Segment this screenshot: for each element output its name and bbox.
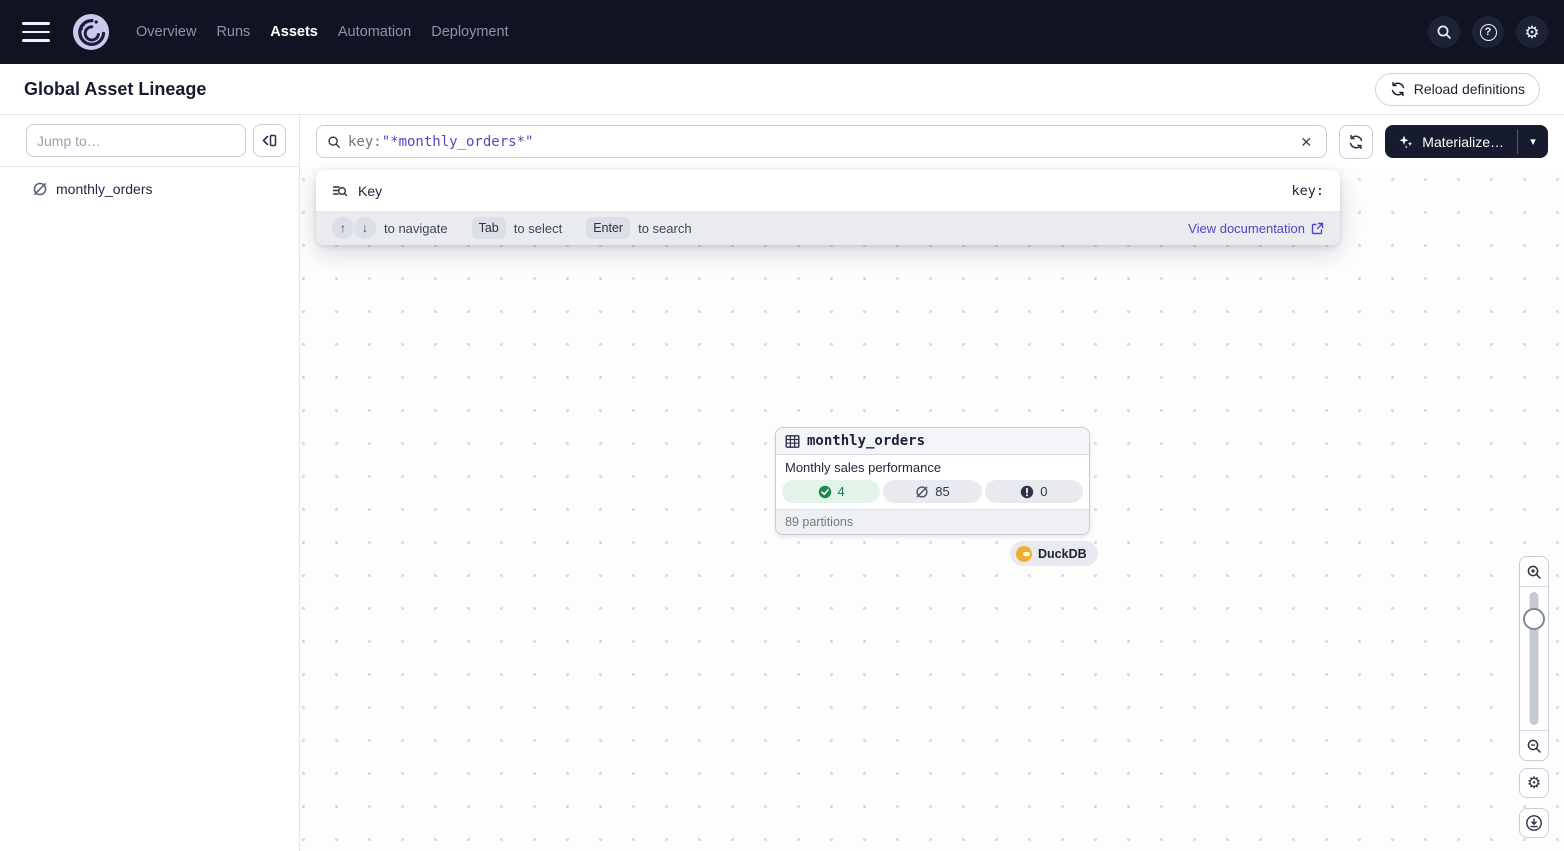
zoom-slider-handle[interactable] <box>1523 608 1545 630</box>
duckdb-label: DuckDB <box>1038 547 1087 561</box>
nav-item-overview[interactable]: Overview <box>136 24 196 40</box>
clear-search-icon[interactable]: ✕ <box>1294 130 1318 154</box>
nav-item-runs[interactable]: Runs <box>216 24 250 40</box>
materialized-count-value: 4 <box>838 484 845 499</box>
search-suggestions-dropdown: Key key: ↑ ↓ to navigate Tab to select E… <box>316 170 1340 245</box>
search-icon[interactable] <box>1428 16 1460 48</box>
materialized-count-badge[interactable]: 4 <box>782 480 880 503</box>
graph-toolbar: key:"*monthly_orders*" ✕ <box>300 115 1564 168</box>
nav-item-deployment[interactable]: Deployment <box>431 24 508 40</box>
filter-search-icon <box>332 183 348 199</box>
reload-definitions-button[interactable]: Reload definitions <box>1375 73 1540 106</box>
reload-definitions-label: Reload definitions <box>1414 81 1525 97</box>
arrow-up-icon[interactable]: ↑ <box>332 217 354 239</box>
zoom-out-icon <box>1526 738 1542 754</box>
primary-nav: Overview Runs Assets Automation Deployme… <box>136 24 509 40</box>
enter-key-badge: Enter <box>586 217 630 239</box>
asset-node-badges: 4 85 0 <box>776 477 1089 509</box>
asset-node-partitions: 89 partitions <box>776 509 1089 534</box>
table-icon <box>785 434 800 449</box>
hamburger-menu-icon[interactable] <box>22 22 50 42</box>
suggestion-row-key[interactable]: Key key: <box>316 170 1340 211</box>
download-image-button[interactable] <box>1519 808 1549 838</box>
view-documentation-link[interactable]: View documentation <box>1188 221 1324 236</box>
missing-count-badge[interactable]: 85 <box>883 480 981 503</box>
external-link-icon <box>1311 222 1324 235</box>
hint-navigate: to navigate <box>384 221 448 236</box>
asset-node-header: monthly_orders <box>776 428 1089 455</box>
duckdb-icon <box>1016 546 1032 562</box>
duckdb-resource-badge[interactable]: DuckDB <box>1010 541 1098 566</box>
top-nav: Overview Runs Assets Automation Deployme… <box>0 0 1564 64</box>
caret-down-icon: ▾ <box>1530 135 1536 148</box>
nav-item-assets[interactable]: Assets <box>270 24 318 40</box>
zoom-controls <box>1519 556 1549 761</box>
hint-select: to select <box>514 221 562 236</box>
collapse-panel-icon <box>262 134 277 147</box>
settings-gear-icon[interactable]: ⚙ <box>1516 16 1548 48</box>
search-query-value: key:"*monthly_orders*" <box>348 134 533 150</box>
download-circle-icon <box>1525 814 1543 832</box>
help-icon[interactable]: ? <box>1472 16 1504 48</box>
nav-item-automation[interactable]: Automation <box>338 24 411 40</box>
page-header: Global Asset Lineage Reload definitions <box>0 64 1564 115</box>
lineage-graph-canvas[interactable]: key:"*monthly_orders*" ✕ <box>300 115 1564 851</box>
sidebar-jump-row <box>0 115 299 167</box>
gear-icon: ⚙ <box>1527 773 1541 793</box>
check-circle-icon <box>818 485 832 499</box>
materialize-split-button: Materialize… ▾ <box>1385 125 1548 158</box>
refresh-graph-button[interactable] <box>1339 125 1373 159</box>
arrow-down-icon[interactable]: ↓ <box>354 217 376 239</box>
asset-node-description: Monthly sales performance <box>776 455 1089 477</box>
sidebar-item-monthly-orders[interactable]: monthly_orders <box>0 167 299 197</box>
materialize-button[interactable]: Materialize… <box>1385 125 1517 158</box>
missing-count-value: 85 <box>935 484 949 499</box>
sidebar-item-label: monthly_orders <box>56 181 153 197</box>
failed-count-badge[interactable]: 0 <box>985 480 1083 503</box>
page-title: Global Asset Lineage <box>24 79 206 100</box>
zoom-slider[interactable] <box>1520 587 1548 730</box>
zoom-in-icon <box>1526 564 1542 580</box>
graph-settings-button[interactable]: ⚙ <box>1519 768 1549 798</box>
hint-search: to search <box>638 221 691 236</box>
missing-asset-icon <box>32 181 48 197</box>
topnav-actions: ? ⚙ <box>1428 16 1548 48</box>
asset-search-input[interactable]: key:"*monthly_orders*" ✕ <box>316 125 1327 158</box>
refresh-icon <box>1348 134 1364 150</box>
zoom-out-button[interactable] <box>1520 730 1548 760</box>
materialize-label: Materialize… <box>1422 134 1504 150</box>
asset-sidebar: monthly_orders <box>0 115 300 851</box>
reload-icon <box>1390 81 1406 97</box>
alert-circle-icon <box>1020 485 1034 499</box>
failed-count-value: 0 <box>1040 484 1047 499</box>
materialize-dropdown-button[interactable]: ▾ <box>1518 125 1548 158</box>
suggestion-label: Key <box>358 183 382 199</box>
sparkle-icon <box>1398 134 1414 150</box>
collapse-sidebar-button[interactable] <box>253 124 286 157</box>
search-icon <box>327 135 341 149</box>
zoom-in-button[interactable] <box>1520 557 1548 587</box>
missing-circle-icon <box>915 485 929 499</box>
asset-node-monthly-orders[interactable]: monthly_orders Monthly sales performance… <box>775 427 1090 535</box>
tab-key-badge: Tab <box>472 217 506 239</box>
search-hints-bar: ↑ ↓ to navigate Tab to select Enter to s… <box>316 211 1340 245</box>
jump-to-input[interactable] <box>26 124 246 157</box>
suggestion-token: key: <box>1291 183 1324 199</box>
asset-node-title: monthly_orders <box>807 433 925 449</box>
dagster-logo-icon[interactable] <box>72 13 110 51</box>
